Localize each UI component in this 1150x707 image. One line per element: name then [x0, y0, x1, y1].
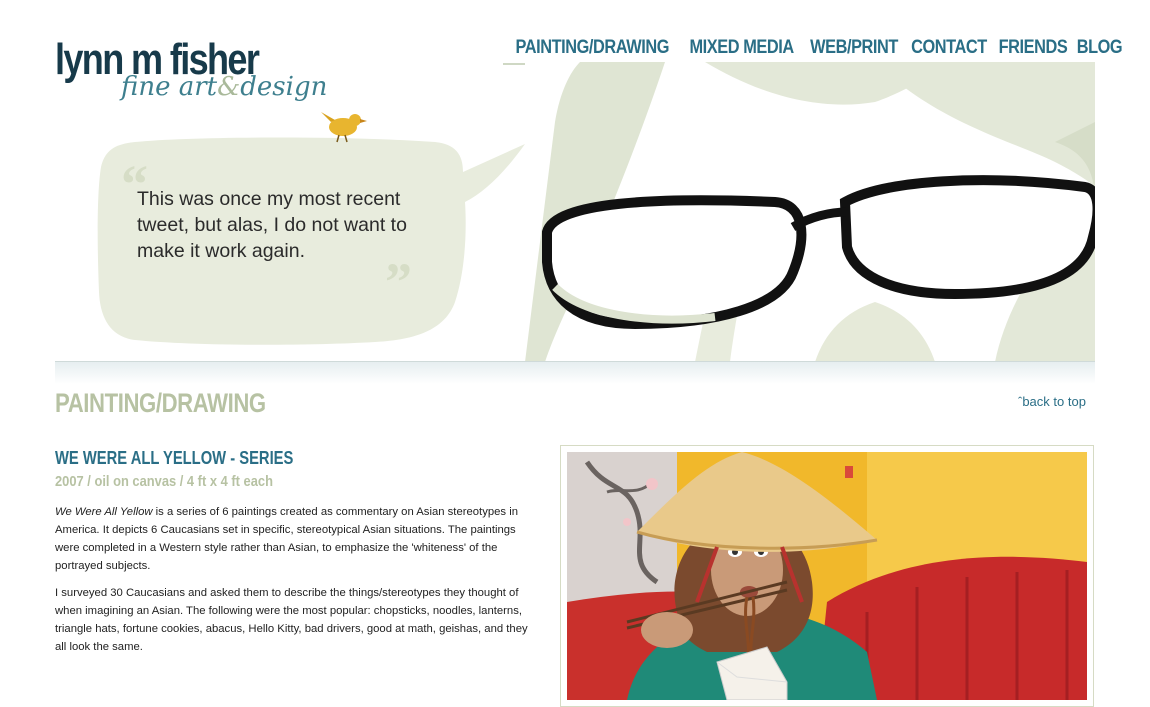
hero-banner: “ ” This was once my most recent tweet, … — [55, 62, 1095, 362]
description-paragraph: We Were All Yellow is a series of 6 pain… — [55, 506, 518, 572]
section-title: PAINTING/DRAWING — [55, 388, 266, 418]
painting-image[interactable] — [567, 452, 1087, 700]
painting-illustration — [567, 452, 1087, 700]
main-nav: PAINTING/DRAWING MIXED MEDIA WEB/PRINT C… — [503, 36, 1122, 65]
nav-contact[interactable]: CONTACT — [911, 37, 987, 59]
work-meta: 2007 / oil on canvas / 4 ft x 4 ft each — [55, 473, 273, 490]
nav-mixed-media[interactable]: MIXED MEDIA — [690, 37, 795, 59]
back-to-top-link[interactable]: ˆback to top — [1018, 394, 1086, 409]
nav-web-print[interactable]: WEB/PRINT — [810, 37, 898, 59]
work-title: WE WERE ALL YELLOW - SERIES — [55, 448, 294, 468]
nav-friends[interactable]: FRIENDS — [998, 37, 1067, 59]
work-description: We Were All Yellow is a series of 6 pain… — [55, 503, 535, 665]
nav-painting-drawing[interactable]: PAINTING/DRAWING — [515, 37, 669, 59]
description-paragraph: I surveyed 30 Caucasians and asked them … — [55, 587, 528, 653]
hero-divider — [55, 361, 1095, 384]
latest-tweet: This was once my most recent tweet, but … — [137, 188, 407, 262]
nav-blog[interactable]: BLOG — [1076, 37, 1122, 59]
